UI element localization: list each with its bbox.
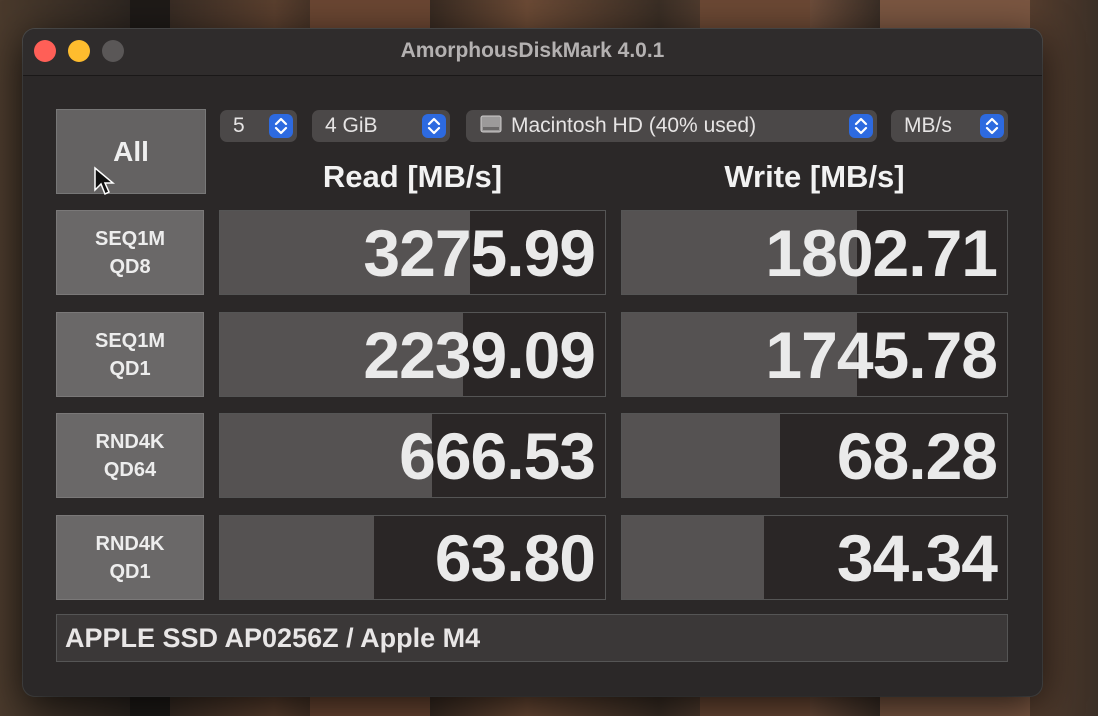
test-count-value: 5 bbox=[233, 114, 245, 137]
write-value: 34.34 bbox=[836, 520, 998, 595]
write-progress-bar bbox=[622, 516, 765, 599]
write-result-cell: 68.28 bbox=[621, 413, 1008, 498]
unit-select[interactable]: MB/s bbox=[891, 110, 1008, 142]
chevron-updown-icon bbox=[269, 114, 293, 138]
read-result-cell: 63.80 bbox=[219, 515, 606, 600]
drive-select[interactable]: Macintosh HD (40% used) bbox=[466, 110, 877, 142]
device-info-field[interactable]: APPLE SSD AP0256Z / Apple M4 bbox=[56, 614, 1008, 662]
row-label-line2: QD1 bbox=[109, 560, 151, 583]
write-result-cell: 1802.71 bbox=[621, 210, 1008, 295]
write-result-cell: 34.34 bbox=[621, 515, 1008, 600]
row-label-line1: SEQ1M bbox=[94, 227, 166, 250]
rnd4k-qd1-button[interactable]: RND4K QD1 bbox=[56, 515, 204, 600]
row-label-line2: QD8 bbox=[109, 255, 151, 278]
window-title: AmorphousDiskMark 4.0.1 bbox=[400, 39, 665, 62]
read-column-header: Read [MB/s] bbox=[322, 159, 503, 194]
write-value: 1802.71 bbox=[765, 215, 998, 290]
row-label-line2: QD64 bbox=[103, 458, 157, 481]
unit-value: MB/s bbox=[904, 114, 952, 137]
read-result-cell: 2239.09 bbox=[219, 312, 606, 397]
test-size-value: 4 GiB bbox=[325, 114, 378, 137]
row-label-line1: SEQ1M bbox=[94, 329, 166, 352]
test-count-select[interactable]: 5 bbox=[220, 110, 297, 142]
write-progress-bar bbox=[622, 414, 780, 497]
seq1m-qd1-button[interactable]: SEQ1M QD1 bbox=[56, 312, 204, 397]
title-bar[interactable]: AmorphousDiskMark 4.0.1 bbox=[23, 29, 1042, 76]
test-size-select[interactable]: 4 GiB bbox=[312, 110, 450, 142]
app-window: AmorphousDiskMark 4.0.1 All 5 4 GiB Maci… bbox=[23, 29, 1042, 696]
read-value: 666.53 bbox=[399, 418, 596, 493]
chevron-updown-icon bbox=[422, 114, 446, 138]
write-value: 68.28 bbox=[836, 418, 998, 493]
read-value: 63.80 bbox=[434, 520, 596, 595]
seq1m-qd8-button[interactable]: SEQ1M QD8 bbox=[56, 210, 204, 295]
read-progress-bar bbox=[220, 516, 374, 599]
read-result-cell: 666.53 bbox=[219, 413, 606, 498]
row-label-line1: RND4K bbox=[95, 430, 165, 453]
chevron-updown-icon bbox=[849, 114, 873, 138]
write-value: 1745.78 bbox=[765, 317, 998, 392]
read-value: 3275.99 bbox=[363, 215, 596, 290]
read-result-cell: 3275.99 bbox=[219, 210, 606, 295]
drive-icon bbox=[480, 115, 502, 133]
write-result-cell: 1745.78 bbox=[621, 312, 1008, 397]
row-label-line2: QD1 bbox=[109, 357, 151, 380]
drive-value: Macintosh HD (40% used) bbox=[511, 114, 757, 137]
write-column-header: Write [MB/s] bbox=[724, 159, 905, 194]
row-label-line1: RND4K bbox=[95, 532, 165, 555]
rnd4k-qd64-button[interactable]: RND4K QD64 bbox=[56, 413, 204, 498]
mouse-cursor-icon bbox=[94, 166, 115, 196]
read-value: 2239.09 bbox=[363, 317, 596, 392]
chevron-updown-icon bbox=[980, 114, 1004, 138]
run-all-button[interactable]: All bbox=[56, 109, 206, 194]
